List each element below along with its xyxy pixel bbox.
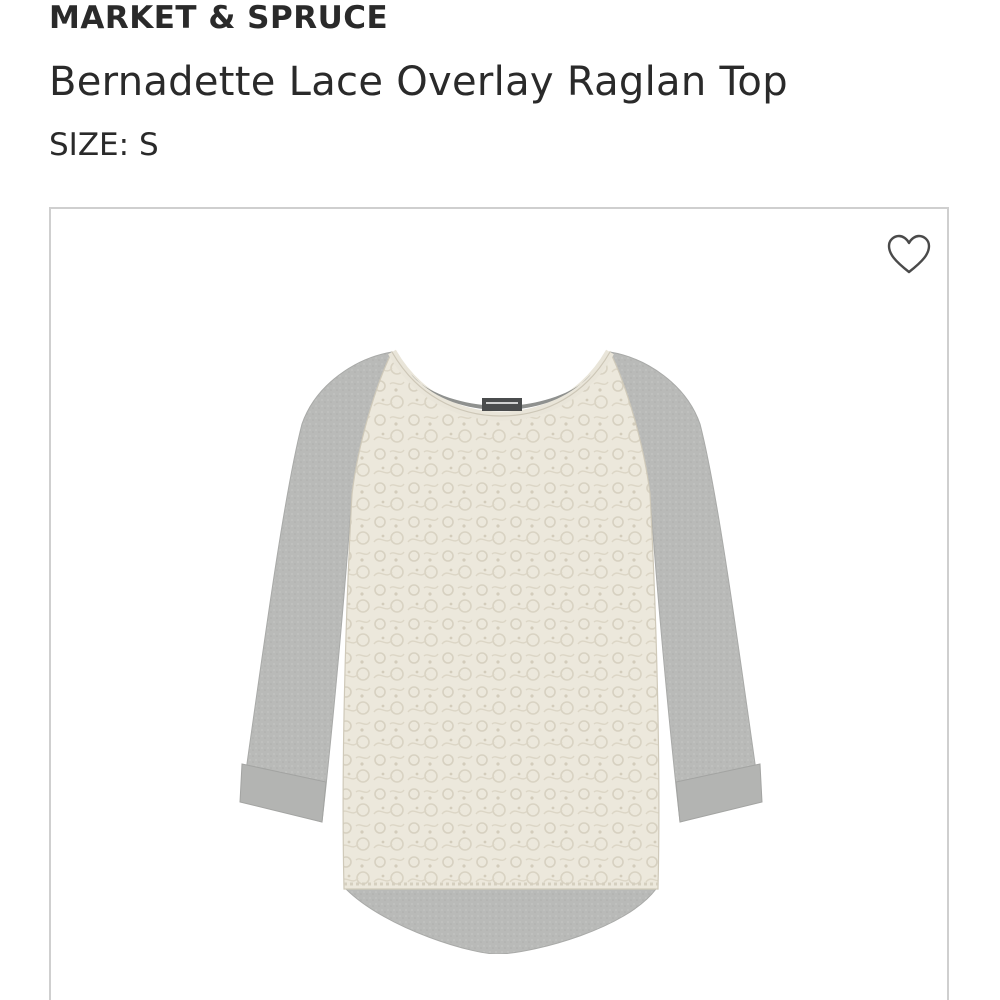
heart-outline-icon	[887, 234, 931, 274]
favorite-button[interactable]	[885, 231, 933, 279]
product-image-card[interactable]	[49, 207, 949, 1000]
product-title: Bernadette Lace Overlay Raglan Top	[49, 59, 788, 105]
size-label: SIZE: S	[49, 127, 159, 163]
product-page: MARKET & SPRUCE Bernadette Lace Overlay …	[0, 0, 1000, 1000]
brand-name[interactable]: MARKET & SPRUCE	[49, 0, 388, 36]
product-photo	[239, 349, 763, 954]
